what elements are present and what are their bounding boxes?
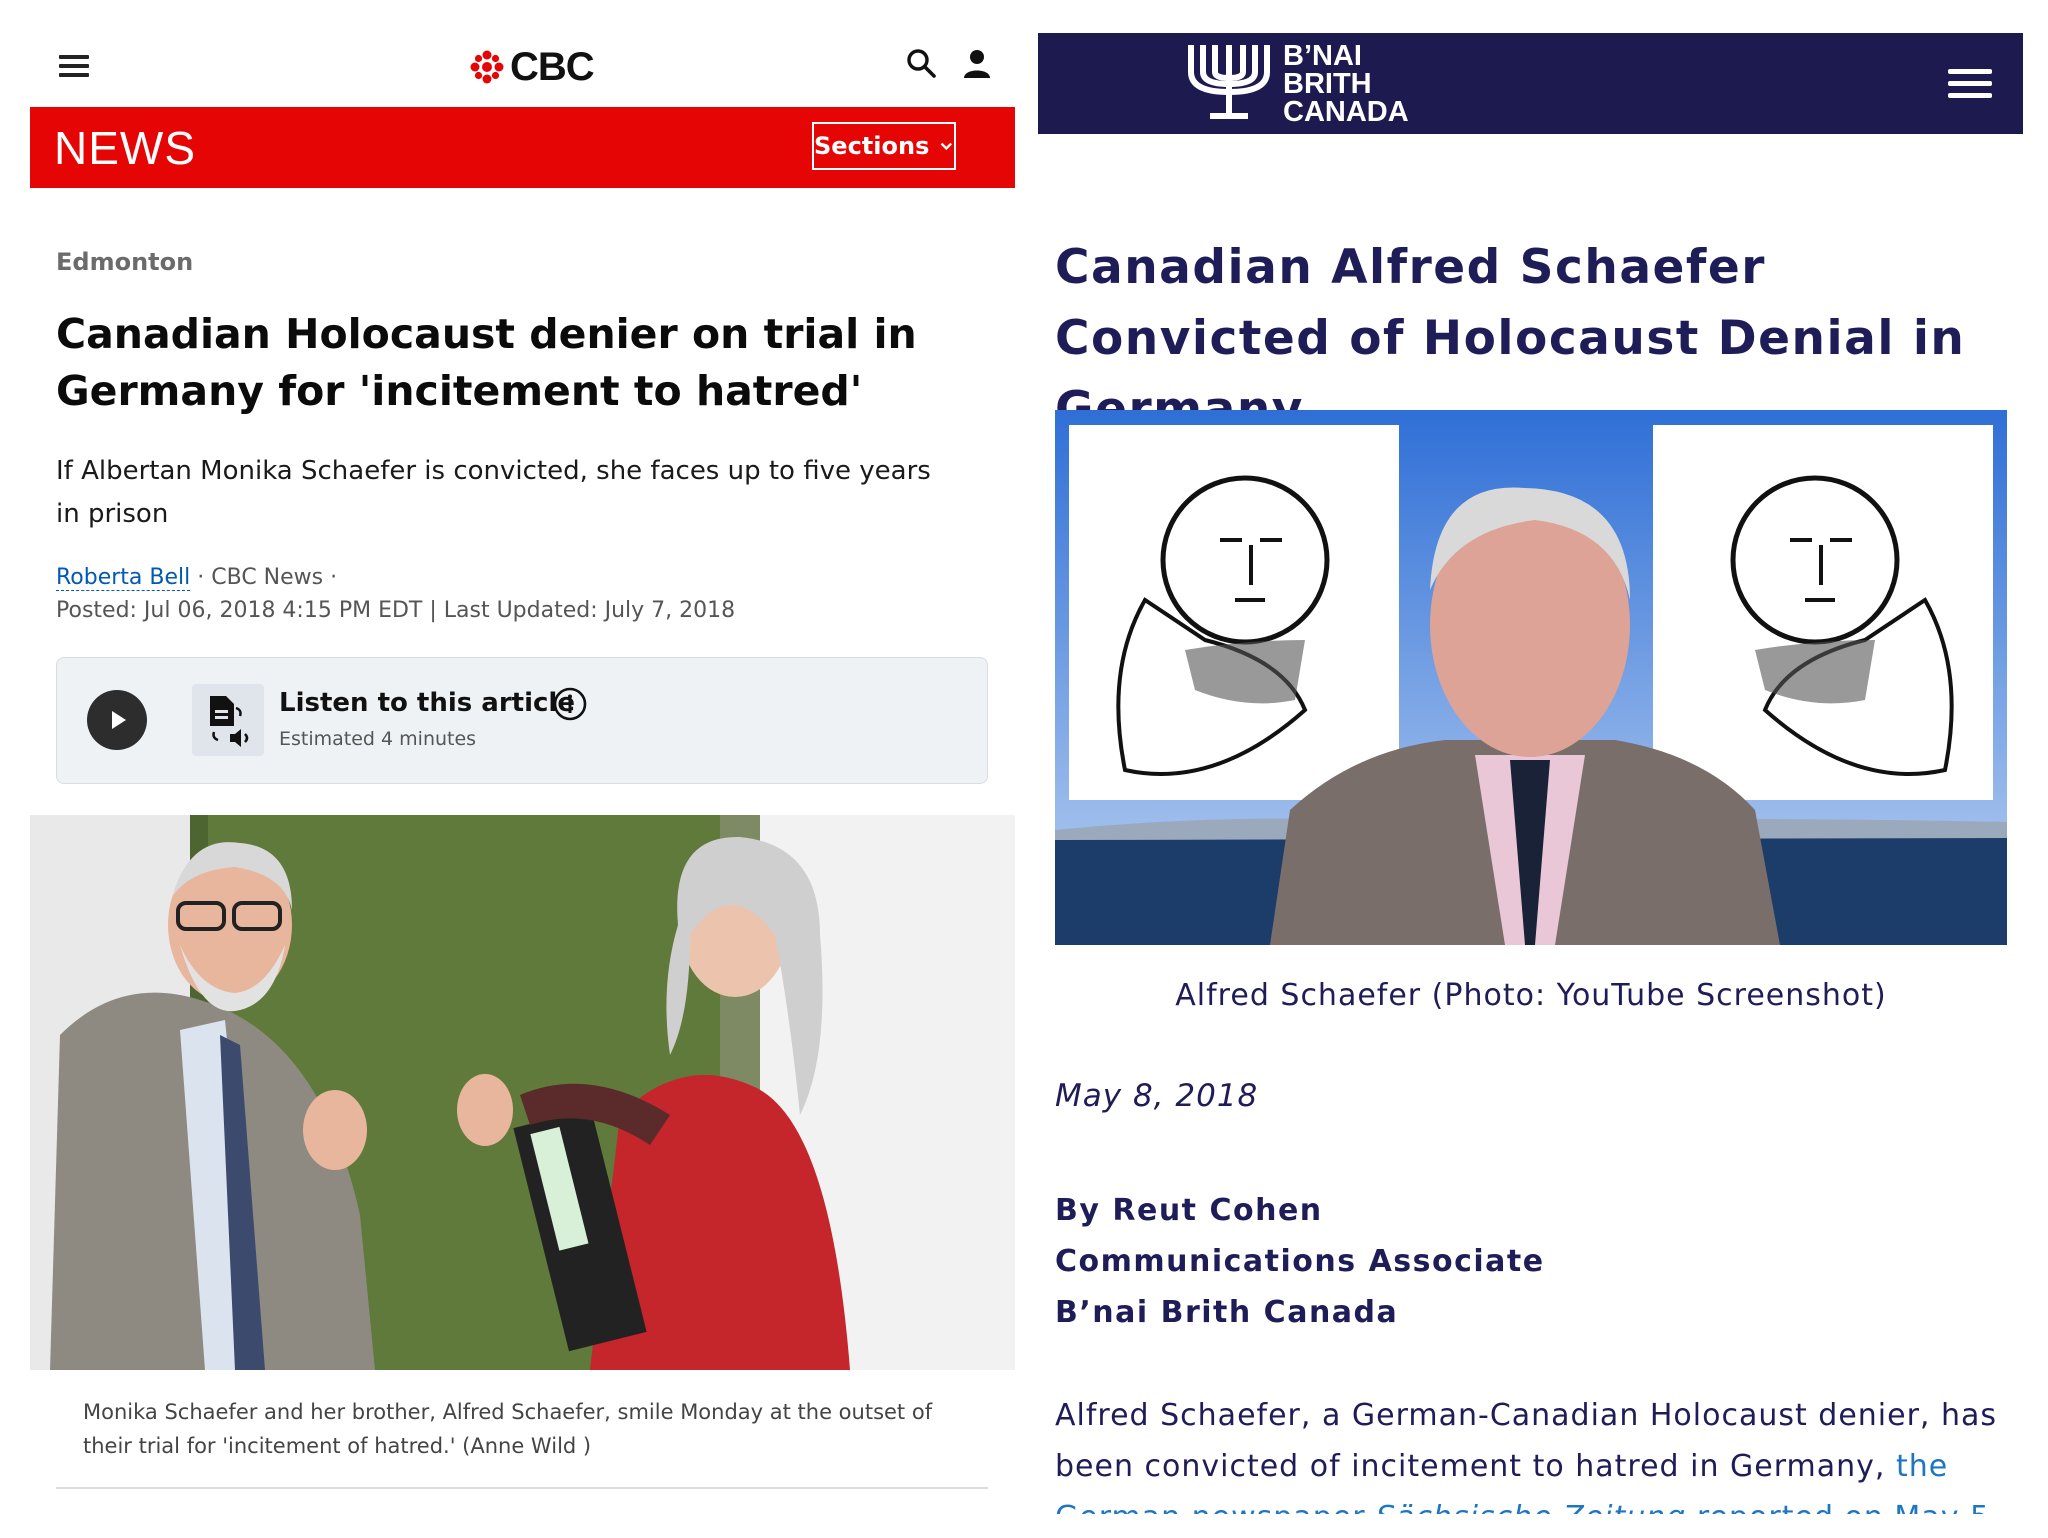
caption-divider: [56, 1487, 988, 1489]
logo-line: CANADA: [1283, 96, 1409, 128]
bb-logo[interactable]: B’NAI BRITH CANADA: [1183, 38, 1443, 128]
hamburger-icon[interactable]: [59, 55, 89, 77]
author-link[interactable]: Roberta Bell: [56, 565, 191, 591]
listen-widget: Listen to this article Estimated 4 minut…: [56, 657, 988, 784]
article-photo[interactable]: [30, 815, 1015, 1370]
document-audio-icon: [192, 684, 264, 756]
photo-caption: Monika Schaefer and her brother, Alfred …: [83, 1400, 933, 1458]
byline: Roberta Bell · CBC News ·: [56, 565, 338, 591]
bottom-crop: [1025, 1514, 2048, 1538]
sections-button[interactable]: Sections: [812, 122, 956, 170]
bb-header: B’NAI BRITH CANADA: [1038, 33, 2023, 134]
source-link-tail: reported on May 5: [1686, 1500, 1990, 1514]
user-icon[interactable]: [960, 47, 994, 81]
posted-timestamp: Posted: Jul 06, 2018 4:15 PM EDT | Last …: [56, 598, 736, 623]
article-date: May 8, 2018: [1055, 1078, 1259, 1114]
byline-source: · CBC News ·: [190, 565, 338, 590]
byline: By Reut Cohen Communications Associate B…: [1055, 1185, 1545, 1338]
source-link-italic: Sächsische Zeitung: [1376, 1500, 1686, 1514]
listen-estimate: Estimated 4 minutes: [279, 728, 477, 750]
info-icon[interactable]: [552, 686, 588, 722]
chevron-down-icon: [940, 142, 953, 151]
cbc-wordmark: CBC: [510, 44, 595, 89]
menorah-icon: [1188, 45, 1270, 119]
logo-line: B’NAI: [1283, 40, 1362, 72]
news-bar: NEWS Sections: [30, 107, 1015, 188]
logo-line: BRITH: [1283, 68, 1372, 100]
article-dek: If Albertan Monika Schaefer is convicted…: [56, 456, 931, 529]
cbc-gem-icon: [470, 50, 504, 84]
news-label[interactable]: NEWS: [54, 121, 196, 175]
listen-title[interactable]: Listen to this article: [279, 688, 575, 718]
byline-role: Communications Associate: [1055, 1244, 1545, 1279]
section-label[interactable]: Edmonton: [56, 248, 193, 276]
cbc-article-panel: CBC NEWS Sections Edmonton Canadian Holo…: [0, 0, 1022, 1538]
bb-wordmark: B’NAI BRITH CANADA: [1283, 40, 1409, 128]
menu-icon[interactable]: [1948, 69, 1992, 99]
byline-org: B’nai Brith Canada: [1055, 1295, 1399, 1330]
article-photo[interactable]: [1055, 410, 2007, 945]
cbc-top-bar: CBC: [30, 25, 1015, 105]
photo-caption: Alfred Schaefer (Photo: YouTube Screensh…: [1175, 978, 1887, 1013]
byline-author: By Reut Cohen: [1055, 1193, 1323, 1228]
article-body: Alfred Schaefer, a German-Canadian Holoc…: [1055, 1390, 2040, 1514]
bnai-article-panel: B’NAI BRITH CANADA Canadian Alfred Schae…: [1025, 0, 2048, 1538]
search-icon[interactable]: [905, 47, 939, 81]
body-text: Alfred Schaefer, a German-Canadian Holoc…: [1055, 1398, 1998, 1484]
sections-label: Sections: [814, 132, 930, 160]
article-headline: Canadian Holocaust denier on trial in Ge…: [56, 310, 917, 415]
cbc-logo[interactable]: CBC: [470, 43, 595, 91]
play-icon[interactable]: [87, 690, 147, 750]
